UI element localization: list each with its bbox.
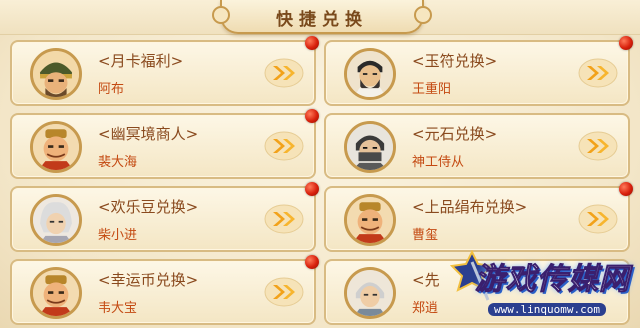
page-title: 快捷兑换 [276,10,368,30]
helmet-warrior-avatar-icon [30,48,82,100]
bald-merchant-avatar-icon [344,194,396,246]
card-title: <欢乐豆兑换> [98,198,199,216]
watermark-title: 游戏传媒网 [475,262,630,298]
card-title: <玉符兑换> [412,52,498,70]
bald-merchant-avatar-icon [30,121,82,173]
card-title: <幸运币兑换> [98,271,199,289]
go-arrow-button[interactable] [578,57,618,89]
watermark-url: www.linquomw.com [488,303,606,316]
go-arrow-button[interactable] [264,130,304,162]
go-arrow-button[interactable] [264,57,304,89]
exchange-card[interactable]: <元石兑换> 神工侍从 [324,113,630,179]
card-npc-name: 神工侍从 [412,155,465,170]
card-npc-name: 王重阳 [412,82,452,97]
exchange-card[interactable]: <玉符兑换> 王重阳 [324,36,633,106]
go-arrow-button[interactable] [578,203,618,235]
notification-dot [619,36,633,50]
notification-dot [305,109,319,123]
go-arrow-button[interactable] [264,203,304,235]
card-npc-name: 韦大宝 [98,301,138,316]
exchange-card[interactable]: <欢乐豆兑换> 柴小进 [10,182,319,252]
card-npc-name: 曹玺 [412,228,439,243]
go-arrow-button[interactable] [264,276,304,308]
card-npc-name: 阿布 [98,82,125,97]
exchange-card[interactable]: <幽冥境商人> 裴大海 [10,109,319,179]
notification-dot [305,36,319,50]
masked-attendant-avatar-icon [344,121,396,173]
go-arrow-button[interactable] [578,130,618,162]
card-npc-name: 郑逍 [412,301,439,316]
bearded-sage-avatar-icon [344,48,396,100]
exchange-card[interactable]: <上品绢布兑换> 曹玺 [324,182,633,252]
card-title: <月卡福利> [98,52,184,70]
exchange-card[interactable]: <月卡福利> 阿布 [10,36,319,106]
bald-merchant-avatar-icon [30,267,82,319]
title-plate: 快捷兑换 [212,0,432,34]
card-npc-name: 柴小进 [98,228,138,243]
elder-avatar-icon [344,267,396,319]
notification-dot [305,255,319,269]
white-haired-youth-avatar-icon [30,194,82,246]
card-npc-name: 裴大海 [98,155,138,170]
notification-dot [619,182,633,196]
site-watermark: 游戏传媒网 www.linquomw.com [446,244,636,324]
card-title: <先 [412,271,440,289]
card-title: <上品绢布兑换> [412,198,528,216]
card-title: <元石兑换> [412,125,498,143]
notification-dot [305,182,319,196]
card-title: <幽冥境商人> [98,125,199,143]
exchange-card[interactable]: <幸运币兑换> 韦大宝 [10,255,319,325]
